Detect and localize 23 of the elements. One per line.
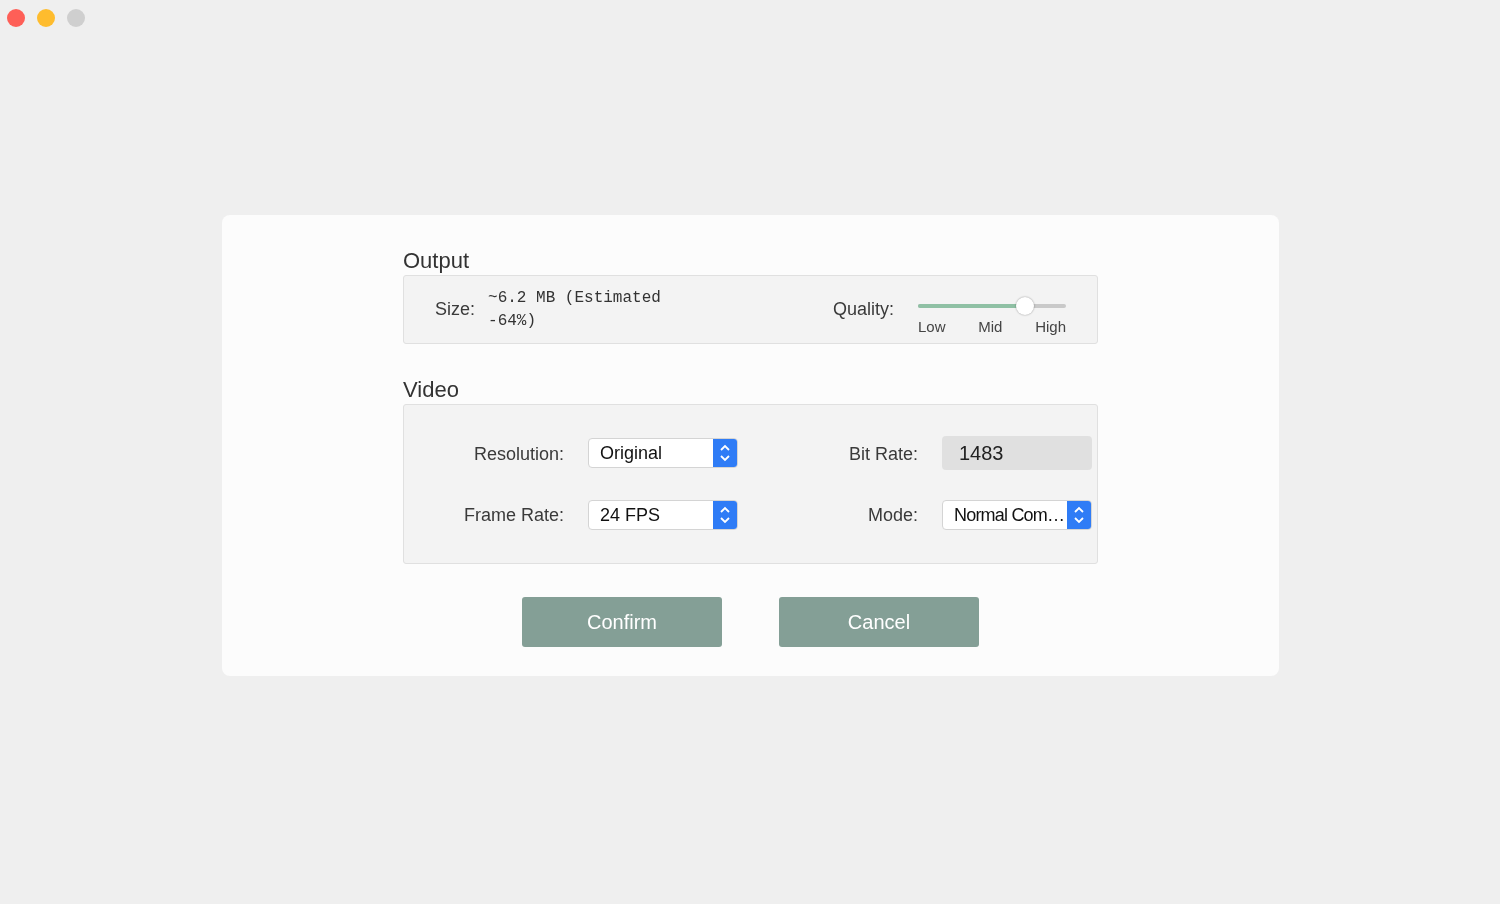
section-title: Output [403, 247, 471, 275]
slider-thumb[interactable] [1015, 297, 1034, 315]
tick-label: Mid [978, 318, 1003, 335]
stepper-icon [713, 501, 737, 529]
size-label: Size: [435, 299, 476, 320]
zoom-icon[interactable] [67, 9, 85, 27]
field-label: Frame Rate: [462, 504, 564, 526]
dropdown[interactable]: Normal Com… [942, 500, 1092, 530]
quality-label: Quality: [832, 299, 894, 320]
quality-slider[interactable] [918, 297, 1066, 315]
stepper-icon [1067, 501, 1091, 529]
field-label: Mode: [866, 504, 918, 526]
tick-label: High [1035, 318, 1066, 335]
stepper-icon [713, 439, 737, 467]
tick-label: Low [918, 318, 946, 335]
dropdown[interactable]: 24 FPS [588, 500, 738, 530]
dropdown[interactable]: Original [588, 438, 738, 468]
section-title: Video [403, 376, 460, 404]
field-label: Resolution: [472, 443, 564, 465]
close-icon[interactable] [7, 9, 25, 27]
minimize-icon[interactable] [37, 9, 55, 27]
field-label: Bit Rate: [847, 443, 918, 465]
size-value: ~6.2 MB (Estimated -64%) [488, 287, 662, 332]
